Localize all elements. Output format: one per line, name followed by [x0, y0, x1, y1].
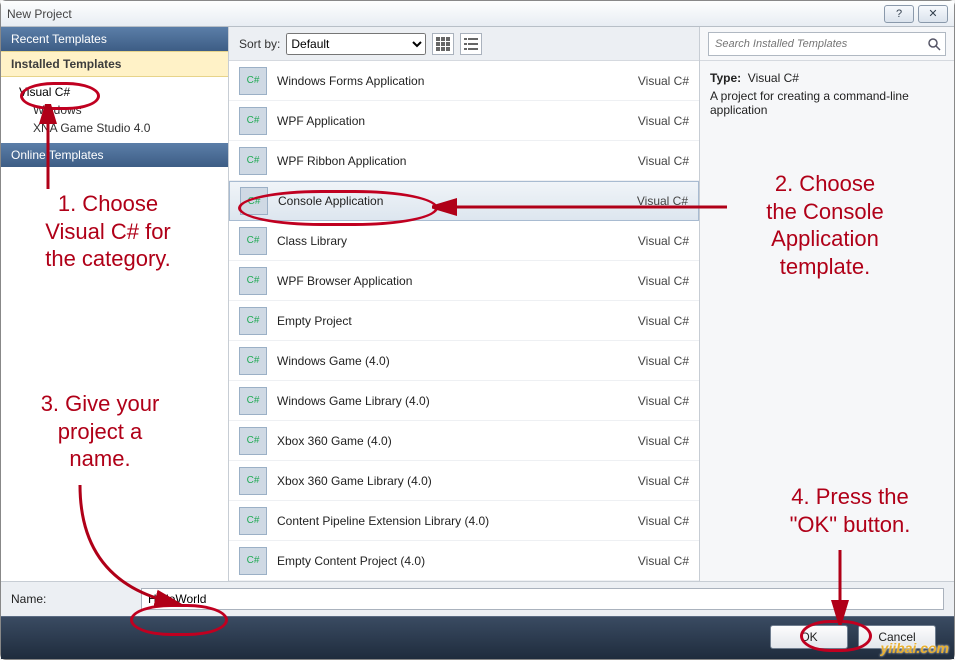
template-lang: Visual C#	[609, 514, 689, 528]
template-lang: Visual C#	[609, 234, 689, 248]
titlebar: New Project ? ✕	[1, 1, 954, 27]
template-sidebar: Recent Templates Installed Templates Vis…	[1, 27, 229, 581]
details-pane: Type: Visual C# A project for creating a…	[699, 27, 954, 581]
category-tree: Visual C# Windows XNA Game Studio 4.0	[1, 77, 228, 143]
close-button[interactable]: ✕	[918, 5, 948, 23]
template-item[interactable]: C# WPF ApplicationVisual C#	[229, 101, 699, 141]
template-item[interactable]: C# Empty Content Project (4.0)Visual C#	[229, 541, 699, 581]
bottom-area: Name: OK Cancel	[1, 581, 954, 659]
template-name: Windows Game Library (4.0)	[277, 394, 609, 408]
watermark: yiibai.com	[881, 640, 949, 656]
search-input[interactable]	[709, 38, 923, 50]
name-bar: Name:	[1, 581, 954, 616]
template-icon: C#	[239, 107, 267, 135]
template-item[interactable]: C# Windows Forms ApplicationVisual C#	[229, 61, 699, 101]
help-button[interactable]: ?	[884, 5, 914, 23]
view-list-button[interactable]	[460, 33, 482, 55]
template-name: Xbox 360 Game Library (4.0)	[277, 474, 609, 488]
template-name: Empty Project	[277, 314, 609, 328]
template-item[interactable]: C# Empty ProjectVisual C#	[229, 301, 699, 341]
main-row: Recent Templates Installed Templates Vis…	[1, 27, 954, 581]
template-item[interactable]: C# Xbox 360 Game (4.0)Visual C#	[229, 421, 699, 461]
template-icon: C#	[239, 307, 267, 335]
dialog-body: Recent Templates Installed Templates Vis…	[1, 27, 954, 659]
template-name: Empty Content Project (4.0)	[277, 554, 609, 568]
window-title: New Project	[7, 7, 880, 21]
template-lang: Visual C#	[609, 434, 689, 448]
template-name: Windows Forms Application	[277, 74, 609, 88]
template-item[interactable]: C# Content Pipeline Extension Library (4.…	[229, 501, 699, 541]
template-lang: Visual C#	[609, 114, 689, 128]
grid-icon	[436, 37, 450, 51]
sort-label: Sort by:	[239, 37, 280, 51]
template-lang: Visual C#	[609, 474, 689, 488]
template-item[interactable]: C# Console ApplicationVisual C#	[229, 181, 699, 221]
sort-bar: Sort by: Default	[229, 27, 699, 61]
tree-item-windows[interactable]: Windows	[19, 101, 222, 119]
template-item[interactable]: C# Class LibraryVisual C#	[229, 221, 699, 261]
template-icon: C#	[239, 547, 267, 575]
template-icon: C#	[240, 187, 268, 215]
template-item[interactable]: C# WPF Ribbon ApplicationVisual C#	[229, 141, 699, 181]
template-name: WPF Ribbon Application	[277, 154, 609, 168]
template-lang: Visual C#	[609, 154, 689, 168]
template-item[interactable]: C# Windows Game (4.0)Visual C#	[229, 341, 699, 381]
template-lang: Visual C#	[609, 394, 689, 408]
detail-description: A project for creating a command-line ap…	[710, 89, 944, 117]
detail-type-value: Visual C#	[748, 71, 799, 85]
template-icon: C#	[239, 267, 267, 295]
template-lang: Visual C#	[609, 274, 689, 288]
template-icon: C#	[239, 147, 267, 175]
button-row: OK Cancel	[1, 616, 954, 659]
template-icon: C#	[239, 387, 267, 415]
template-icon: C#	[239, 467, 267, 495]
template-item[interactable]: C# Xbox 360 Game Library (4.0)Visual C#	[229, 461, 699, 501]
sort-dropdown[interactable]: Default	[286, 33, 426, 55]
tree-item-xna[interactable]: XNA Game Studio 4.0	[19, 119, 222, 137]
detail-type-label: Type:	[710, 71, 741, 85]
search-icon[interactable]	[923, 37, 945, 51]
template-icon: C#	[239, 507, 267, 535]
search-area	[700, 27, 954, 61]
template-detail: Type: Visual C# A project for creating a…	[700, 61, 954, 127]
template-name: Class Library	[277, 234, 609, 248]
template-icon: C#	[239, 67, 267, 95]
ok-button[interactable]: OK	[770, 625, 848, 649]
sidebar-header-recent[interactable]: Recent Templates	[1, 27, 228, 51]
sidebar-header-online[interactable]: Online Templates	[1, 143, 228, 167]
template-name: Xbox 360 Game (4.0)	[277, 434, 609, 448]
template-name: WPF Application	[277, 114, 609, 128]
template-item[interactable]: C# Windows Game Library (4.0)Visual C#	[229, 381, 699, 421]
template-name: Content Pipeline Extension Library (4.0)	[277, 514, 609, 528]
dialog-window: New Project ? ✕ Recent Templates Install…	[0, 0, 955, 660]
template-name: Windows Game (4.0)	[277, 354, 609, 368]
template-lang: Visual C#	[609, 74, 689, 88]
template-lang: Visual C#	[609, 314, 689, 328]
list-icon	[464, 37, 478, 51]
sidebar-header-installed[interactable]: Installed Templates	[1, 51, 228, 77]
template-icon: C#	[239, 427, 267, 455]
template-panel: Sort by: Default C# Windows Forms Applica…	[229, 27, 699, 581]
tree-item-visual-csharp[interactable]: Visual C#	[19, 83, 70, 101]
template-item[interactable]: C# WPF Browser ApplicationVisual C#	[229, 261, 699, 301]
project-name-input[interactable]	[141, 588, 944, 610]
template-icon: C#	[239, 347, 267, 375]
template-list[interactable]: C#Windows Forms ApplicationVisual C#C#WP…	[229, 61, 699, 581]
template-name: WPF Browser Application	[277, 274, 609, 288]
template-lang: Visual C#	[609, 354, 689, 368]
template-name: Console Application	[278, 194, 608, 208]
template-lang: Visual C#	[609, 554, 689, 568]
search-box[interactable]	[708, 32, 946, 56]
template-icon: C#	[239, 227, 267, 255]
name-label: Name:	[11, 592, 131, 606]
view-icons-button[interactable]	[432, 33, 454, 55]
template-lang: Visual C#	[608, 194, 688, 208]
